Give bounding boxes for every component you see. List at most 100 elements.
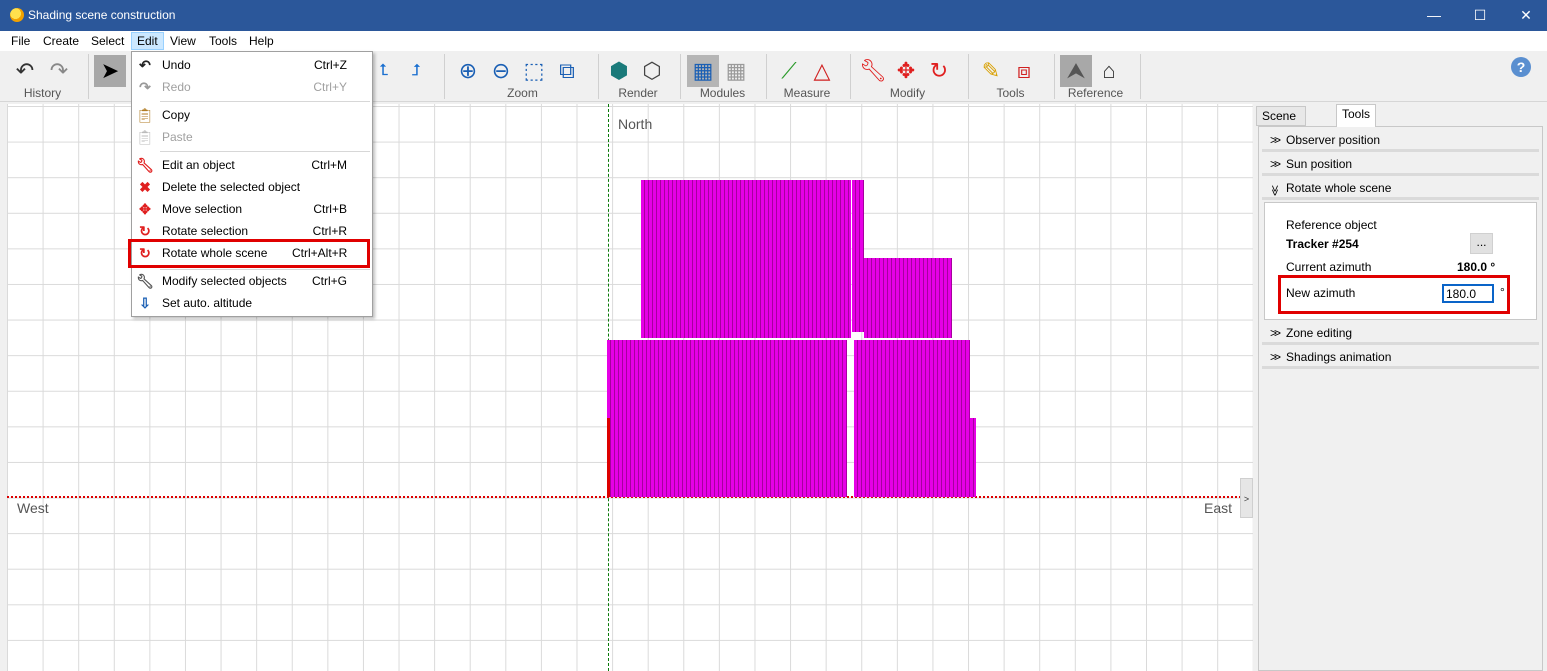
chevron-right-icon: >> (1270, 157, 1281, 171)
tracker-rack-block[interactable] (641, 180, 851, 261)
section-label: Rotate whole scene (1286, 181, 1392, 195)
menu-item-redo[interactable]: ↷ Redo Ctrl+Y (132, 76, 372, 98)
tools-tab-body: >> Observer position >> Sun position >> … (1258, 126, 1543, 671)
menu-item-edit-object[interactable]: 🔧︎ Edit an object Ctrl+M (132, 154, 372, 176)
toolbar-divider (598, 54, 599, 99)
tracker-rack-block[interactable] (641, 261, 851, 338)
toolbar-divider (444, 54, 445, 99)
house-icon[interactable]: ⌂ (1093, 55, 1125, 87)
tools-panel: Scene objects Tools >> Observer position… (1255, 104, 1547, 671)
move-icon: ✥ (139, 201, 151, 217)
tracker-rack-block[interactable] (607, 340, 847, 497)
tracker-rack-block[interactable] (864, 258, 952, 338)
minimize-button[interactable]: — (1411, 0, 1457, 31)
browse-reference-button[interactable]: ... (1470, 233, 1493, 254)
menu-item-shortcut: Ctrl+Z (314, 58, 347, 72)
pencil-icon[interactable]: ✎ (975, 55, 1007, 87)
menu-item-shortcut: Ctrl+G (311, 274, 347, 288)
measure-label: Measure (783, 86, 831, 100)
measure-distance-icon[interactable]: ⟋ (773, 55, 805, 87)
menu-file[interactable]: File (6, 32, 35, 50)
altitude-icon: ⇩ (139, 295, 151, 311)
menu-item-copy[interactable]: 📋︎ Copy (132, 104, 372, 126)
zoom-window-icon[interactable]: ⬚ (518, 55, 550, 87)
menu-item-label: Modify selected objects (162, 274, 287, 288)
menu-item-paste[interactable]: 📋︎ Paste (132, 126, 372, 148)
move-icon[interactable]: ✥ (890, 55, 922, 87)
section-zone-editing[interactable]: >> Zone editing (1262, 323, 1539, 345)
axis-zy-icon[interactable]: ⮥ (400, 55, 432, 87)
menu-create[interactable]: Create (38, 32, 84, 50)
menu-item-delete-object[interactable]: ✖ Delete the selected object (132, 176, 372, 198)
menu-item-set-auto-altitude[interactable]: ⇩ Set auto. altitude (132, 292, 372, 314)
menu-divider (160, 151, 370, 152)
tools-group: ✎ ⧈ Tools (973, 51, 1048, 102)
maximize-button[interactable]: ☐ (1457, 0, 1503, 31)
left-edge-strip (0, 104, 7, 671)
rotate-icon[interactable]: ↻ (923, 55, 955, 87)
tracker-rack-block[interactable] (970, 418, 976, 497)
menu-bar: File Create Select Edit View Tools Help (0, 31, 1547, 51)
render-wire-icon[interactable]: ⬡ (636, 55, 668, 87)
tab-scene-objects[interactable]: Scene objects (1256, 106, 1307, 141)
menu-divider (160, 101, 370, 102)
measure-angle-icon[interactable]: △ (806, 55, 838, 87)
select-pointer-icon[interactable]: ➤ (94, 55, 126, 87)
menu-item-label: Move selection (162, 202, 243, 216)
menu-item-label: Paste (162, 130, 193, 144)
undo-icon[interactable]: ↶ (9, 55, 41, 87)
section-label: Observer position (1286, 133, 1381, 147)
close-button[interactable]: ✕ (1503, 0, 1547, 31)
modules-grid-icon[interactable]: ▦ (687, 55, 719, 87)
section-shadings-animation[interactable]: >> Shadings animation (1262, 347, 1539, 369)
modules-grid-alt-icon[interactable]: ▦ (720, 55, 752, 87)
zoom-group: ⊕ ⊖ ⬚ ⧉ Zoom (450, 51, 595, 102)
section-sun-position[interactable]: >> Sun position (1262, 154, 1539, 176)
chevron-right-icon: >> (1270, 350, 1281, 364)
menu-item-label: Edit an object (162, 158, 235, 172)
zoom-in-icon[interactable]: ⊕ (452, 55, 484, 87)
paste-icon: 📋︎ (136, 129, 154, 145)
menu-select[interactable]: Select (86, 32, 129, 50)
section-rotate-whole-scene[interactable]: >> Rotate whole scene (1262, 178, 1539, 200)
north-label: North (618, 116, 653, 132)
menu-item-modify-selected[interactable]: 🔧︎ Modify selected objects Ctrl+G (132, 270, 372, 292)
render-label: Render (618, 86, 658, 100)
help-icon[interactable]: ? (1511, 57, 1531, 77)
wrench-icon: 🔧︎ (136, 157, 154, 173)
zoom-label: Zoom (507, 86, 538, 100)
title-bar: Shading scene construction — ☐ ✕ (0, 0, 1547, 31)
wrench-icon[interactable]: 🔧︎ (857, 55, 889, 87)
tab-tools[interactable]: Tools (1336, 104, 1377, 127)
menu-tools[interactable]: Tools (204, 32, 242, 50)
menu-item-undo[interactable]: ↶ Undo Ctrl+Z (132, 54, 372, 76)
section-label: Sun position (1286, 157, 1353, 171)
edit-menu-dropdown: ↶ Undo Ctrl+Z ↷ Redo Ctrl+Y 📋︎ Copy 📋︎ P… (128, 51, 373, 317)
menu-item-shortcut: Ctrl+B (313, 202, 347, 216)
menu-view[interactable]: View (165, 32, 201, 50)
menu-item-move-selection[interactable]: ✥ Move selection Ctrl+B (132, 198, 372, 220)
modules-label: Modules (699, 86, 746, 100)
north-arrow-icon[interactable]: ⮝ (1060, 55, 1092, 87)
menu-item-shortcut: Ctrl+M (311, 158, 347, 172)
tracker-rack-block[interactable] (852, 180, 864, 332)
menu-item-label: Undo (162, 58, 191, 72)
tracker-rack-block[interactable] (854, 340, 970, 497)
redo-icon[interactable]: ↷ (43, 55, 75, 87)
menu-edit[interactable]: Edit (131, 32, 164, 50)
history-group: ↶ ↷ History (5, 51, 80, 102)
zoom-fit-icon[interactable]: ⧉ (551, 55, 583, 87)
menu-help[interactable]: Help (244, 32, 279, 50)
section-observer-position[interactable]: >> Observer position (1262, 130, 1539, 152)
render-group: ⬢ ⬡ Render (603, 51, 673, 102)
modules-group: ▦ ▦ Modules (685, 51, 760, 102)
toolbar-divider (88, 54, 89, 99)
zoom-out-icon[interactable]: ⊖ (485, 55, 517, 87)
eraser-icon[interactable]: ⧈ (1008, 55, 1040, 87)
toolbar-divider (766, 54, 767, 99)
reference-object-label: Reference object (1286, 218, 1377, 232)
app-logo-icon (10, 8, 24, 22)
panel-collapse-button[interactable]: > (1240, 478, 1253, 518)
east-label: East (1204, 500, 1233, 516)
render-solid-icon[interactable]: ⬢ (603, 55, 635, 87)
